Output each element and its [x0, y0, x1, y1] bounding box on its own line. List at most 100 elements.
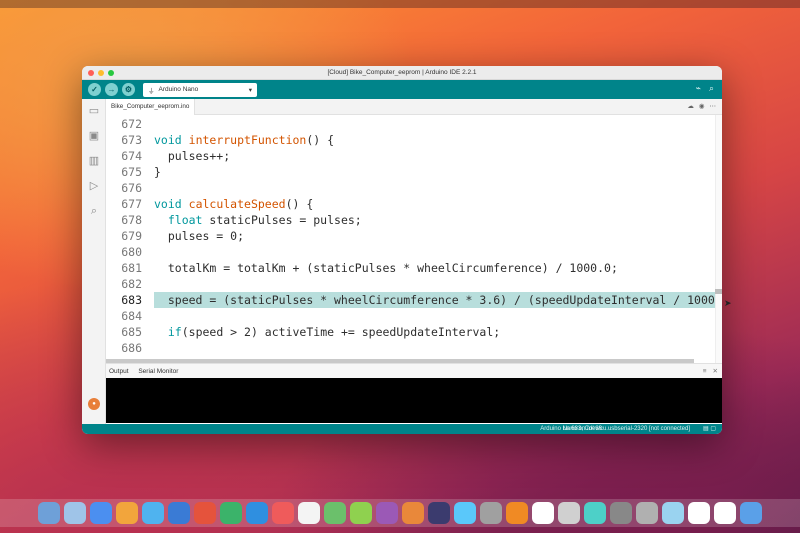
dock-app-icon[interactable]: [298, 502, 320, 524]
dock-app-icon[interactable]: [116, 502, 138, 524]
tab-serial-monitor[interactable]: Serial Monitor: [134, 364, 182, 379]
folder-icon[interactable]: ▭: [82, 99, 106, 124]
dock-app-icon[interactable]: [714, 502, 736, 524]
eye-icon[interactable]: ◉: [699, 99, 705, 115]
workspace: ▭ ▣ ▥ ▷ ⌕ ● Bike_Computer_eeprom.ino ☁ ◉…: [82, 99, 722, 434]
dock-app-icon[interactable]: [558, 502, 580, 524]
title-bar: [Cloud] Bike_Computer_eeprom | Arduino I…: [82, 66, 722, 80]
dock-app-icon[interactable]: [90, 502, 112, 524]
dock-app-icon[interactable]: [688, 502, 710, 524]
code-line[interactable]: 686: [106, 340, 712, 356]
arduino-ide-window: [Cloud] Bike_Computer_eeprom | Arduino I…: [82, 66, 722, 434]
board-selector[interactable]: ⏚ Arduino Nano ▾: [143, 82, 257, 97]
tab-sketch[interactable]: Bike_Computer_eeprom.ino: [106, 99, 196, 115]
line-number: 682: [121, 277, 142, 291]
more-icon[interactable]: ⋯: [710, 99, 717, 115]
status-bar: Ln 683, Col 86 Arduino Nano on /dev/cu.u…: [82, 424, 722, 434]
code-line[interactable]: 674 pulses++;: [106, 148, 712, 164]
dock-app-icon[interactable]: [480, 502, 502, 524]
dock-app-icon[interactable]: [740, 502, 762, 524]
code-line[interactable]: 678 float staticPulses = pulses;: [106, 212, 712, 228]
editor-tabbar: Bike_Computer_eeprom.ino ☁ ◉ ⋯: [106, 99, 722, 115]
dock-app-icon[interactable]: [662, 502, 684, 524]
line-number: 686: [121, 341, 142, 355]
output-console[interactable]: [106, 378, 722, 423]
search-icon[interactable]: ⌕: [82, 199, 106, 224]
line-number: 683: [121, 293, 142, 307]
board-port-status[interactable]: Arduino Nano on /dev/cu.usbserial-2320 […: [540, 424, 690, 434]
board-icon[interactable]: ▣: [82, 124, 106, 149]
dock-app-icon[interactable]: [220, 502, 242, 524]
dock-app-icon[interactable]: [428, 502, 450, 524]
library-icon[interactable]: ▥: [82, 149, 106, 174]
dock-app-icon[interactable]: [636, 502, 658, 524]
serial-monitor-button[interactable]: ⌕: [709, 83, 714, 94]
debug-icon[interactable]: ▷: [82, 174, 106, 199]
line-number: 675: [121, 165, 142, 179]
tab-output[interactable]: Output: [106, 364, 133, 379]
dock-app-icon[interactable]: [532, 502, 554, 524]
close-panel-icon[interactable]: ✕: [713, 364, 718, 379]
code-text: totalKm = totalKm + (staticPulses * whee…: [154, 261, 618, 275]
activity-sidebar: ▭ ▣ ▥ ▷ ⌕ ●: [82, 99, 106, 424]
code-line[interactable]: 680: [106, 244, 712, 260]
dock-app-icon[interactable]: [350, 502, 372, 524]
dock-app-icon[interactable]: [142, 502, 164, 524]
board-selector-label: Arduino Nano: [158, 86, 199, 93]
window-controls: [82, 69, 114, 76]
debug-button[interactable]: ⚙: [122, 83, 135, 96]
dock-app-icon[interactable]: [324, 502, 346, 524]
scrollbar-thumb[interactable]: [715, 289, 722, 294]
code-text: speed = (staticPulses * wheelCircumferen…: [154, 292, 722, 308]
line-number: 673: [121, 133, 142, 147]
code-line[interactable]: 683 speed = (staticPulses * wheelCircumf…: [106, 292, 722, 308]
vertical-scrollbar[interactable]: [715, 115, 722, 363]
dock-app-icon[interactable]: [610, 502, 632, 524]
dock-app-icon[interactable]: [194, 502, 216, 524]
code-text: void interruptFunction() {: [154, 133, 335, 147]
verify-button[interactable]: ✓: [88, 83, 101, 96]
dock-app-icon[interactable]: [168, 502, 190, 524]
line-number: 684: [121, 309, 142, 323]
line-number: 678: [121, 213, 142, 227]
minimize-window-button[interactable]: [98, 69, 104, 76]
code-line[interactable]: 676: [106, 180, 712, 196]
upload-button[interactable]: →: [105, 83, 118, 96]
code-line[interactable]: 673 void interruptFunction() {: [106, 132, 712, 148]
cloud-icon[interactable]: ☁: [687, 99, 694, 115]
dock-app-icon[interactable]: [38, 502, 60, 524]
dock-app-icon[interactable]: [64, 502, 86, 524]
code-editor[interactable]: 672 673 void interruptFunction() {674 puls…: [106, 115, 722, 363]
dock-app-icon[interactable]: [376, 502, 398, 524]
dock-app-icon[interactable]: [246, 502, 268, 524]
code-text: void calculateSpeed() {: [154, 197, 314, 211]
line-number: 677: [121, 197, 142, 211]
dock-app-icon[interactable]: [506, 502, 528, 524]
dock-app-icon[interactable]: [402, 502, 424, 524]
dock-app-icon[interactable]: [454, 502, 476, 524]
code-line[interactable]: 684: [106, 308, 712, 324]
macos-menubar: [0, 0, 800, 8]
code-line[interactable]: 679 pulses = 0;: [106, 228, 712, 244]
close-window-button[interactable]: [88, 69, 94, 76]
serial-plotter-button[interactable]: ⌁: [696, 83, 701, 94]
window-title: [Cloud] Bike_Computer_eeprom | Arduino I…: [327, 69, 477, 76]
code-line[interactable]: 677 void calculateSpeed() {: [106, 196, 712, 212]
code-text: float staticPulses = pulses;: [167, 213, 362, 227]
code-line[interactable]: 685 if(speed > 2) activeTime += speedUpd…: [106, 324, 712, 340]
code-text: pulses = 0;: [154, 229, 245, 243]
clear-output-icon[interactable]: ≡: [703, 364, 707, 379]
code-line[interactable]: 672: [106, 116, 712, 132]
code-line[interactable]: 675}: [106, 164, 712, 180]
dock-app-icon[interactable]: [272, 502, 294, 524]
account-icon[interactable]: ●: [88, 398, 100, 410]
code-line[interactable]: 682: [106, 276, 712, 292]
mouse-pointer-icon: ➤: [724, 298, 732, 308]
maximize-window-button[interactable]: [108, 69, 114, 76]
line-number: 679: [121, 229, 142, 243]
dock-app-icon[interactable]: [584, 502, 606, 524]
code-text: }: [154, 165, 161, 179]
notifications-icon[interactable]: ▤ ▢: [703, 424, 716, 434]
chevron-down-icon: ▾: [248, 86, 252, 94]
code-line[interactable]: 681 totalKm = totalKm + (staticPulses * …: [106, 260, 712, 276]
